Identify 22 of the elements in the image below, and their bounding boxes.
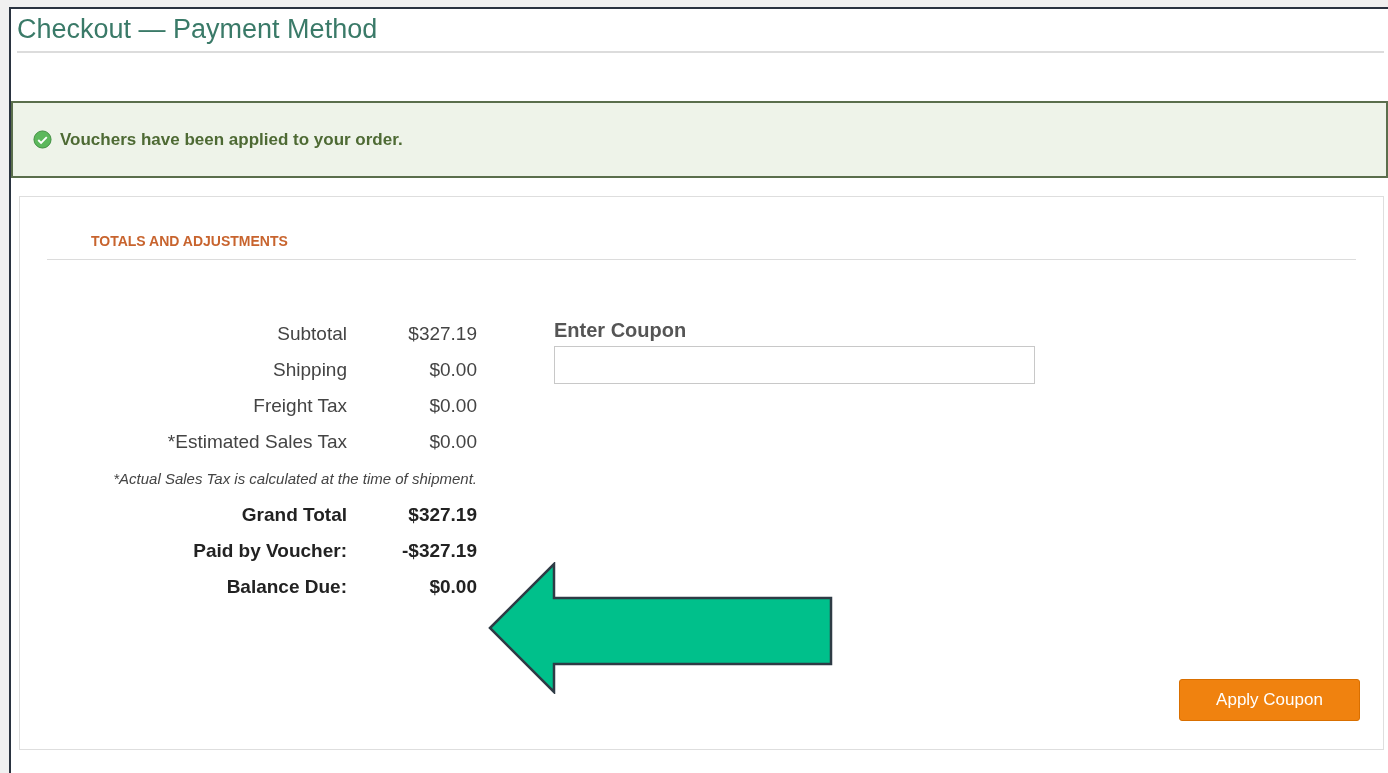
total-amount: -$327.19 xyxy=(401,539,477,563)
tax-note: *Actual Sales Tax is calculated at the time of shipment. xyxy=(112,469,477,489)
total-amount: $0.00 xyxy=(428,394,477,418)
total-label: Paid by Voucher: xyxy=(193,539,347,563)
total-amount: $327.19 xyxy=(407,503,477,527)
alert-message: Vouchers have been applied to your order. xyxy=(60,128,403,151)
coupon-label: Enter Coupon xyxy=(554,318,688,343)
check-circle-icon xyxy=(33,130,52,149)
total-amount: $0.00 xyxy=(428,358,477,382)
section-heading: TOTALS AND ADJUSTMENTS xyxy=(91,233,288,249)
total-label: Freight Tax xyxy=(253,394,347,418)
total-amount: $327.19 xyxy=(407,322,477,346)
total-label: *Estimated Sales Tax xyxy=(167,430,347,454)
total-label: Grand Total xyxy=(241,503,347,527)
page-title: Checkout — Payment Method xyxy=(17,13,378,46)
total-label: Subtotal xyxy=(277,322,347,346)
apply-coupon-button[interactable]: Apply Coupon xyxy=(1179,679,1360,721)
total-label: Balance Due: xyxy=(226,575,347,599)
total-label: Shipping xyxy=(273,358,347,382)
total-amount: $0.00 xyxy=(428,575,477,599)
coupon-input[interactable] xyxy=(554,346,1035,384)
total-amount: $0.00 xyxy=(428,430,477,454)
